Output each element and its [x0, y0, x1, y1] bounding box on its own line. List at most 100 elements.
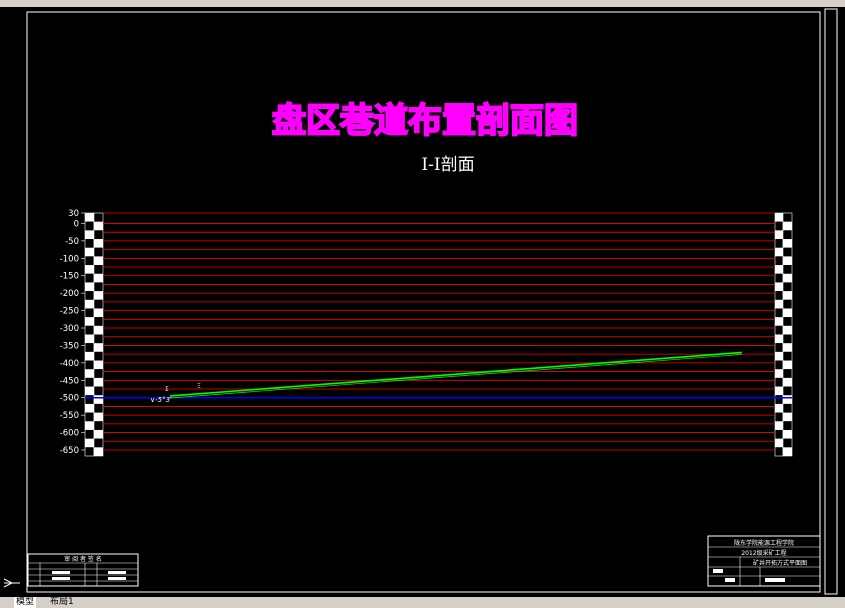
elevation-tick-label: -150 — [60, 272, 79, 282]
scale-bar-cell — [775, 343, 783, 352]
scale-bar-cell — [85, 299, 94, 309]
roadway-line-lower — [169, 354, 743, 399]
elevation-tick-label: -350 — [60, 341, 79, 351]
scale-bar-cell — [783, 299, 792, 309]
scale-bar-cell — [783, 421, 792, 430]
scale-bar-cell — [85, 317, 94, 326]
scale-bar-cell — [775, 265, 783, 274]
scale-bar-cell — [775, 377, 783, 387]
drawing-svg: 盘区巷道布置剖面图 I-I剖面 300 -50 -100 -150 -200 -250 -3… — [26, 8, 838, 595]
title-block-school: 陇东学院能源工程学院 — [734, 539, 794, 547]
scale-bar-cell — [85, 213, 94, 222]
scale-bar-cell — [783, 377, 792, 387]
scale-bar-cell — [85, 343, 94, 352]
elevation-tick-label: -250 — [60, 307, 79, 317]
scale-bar-cell — [775, 221, 783, 231]
scale-bar-cell — [94, 334, 103, 344]
title-block: 陇东学院能源工程学院 2012级采矿工程 矿井开拓方式平面图 — [707, 535, 821, 587]
drawing-title: 盘区巷道布置剖面图 — [272, 101, 578, 141]
scale-bar-cell — [775, 299, 783, 309]
section-subtitle: I-I剖面 — [421, 155, 474, 175]
scale-bar-cell — [775, 308, 783, 318]
elevation-tick-label: -550 — [60, 411, 79, 421]
scale-bar-cell — [85, 230, 94, 240]
ucs-icon — [3, 578, 20, 588]
scale-bar-cell — [85, 412, 94, 422]
scale-bar-cell — [783, 343, 792, 352]
signature-block: 审 阅 者 签 名 — [27, 553, 139, 587]
scale-bar-cell — [94, 221, 103, 231]
scale-bar-cell — [775, 360, 783, 370]
scale-bar-cell — [775, 421, 783, 430]
scale-bar-cell — [85, 369, 94, 378]
scale-bar-cell — [94, 308, 103, 318]
scale-bar-cell — [783, 334, 792, 344]
scale-bar-cell — [94, 403, 103, 413]
scale-bar-cell — [85, 239, 94, 248]
scale-bar-cell — [94, 317, 103, 326]
scale-bar-cell — [85, 386, 94, 396]
scale-bar-cell — [775, 447, 783, 456]
scale-bar-cell — [94, 230, 103, 240]
tab-layout1[interactable]: 布局1 — [48, 597, 76, 608]
scale-bar-cell — [783, 412, 792, 422]
scale-bar-cell — [85, 429, 94, 439]
scale-bar-cell — [783, 247, 792, 257]
tab-model[interactable]: 模型 — [14, 597, 37, 608]
scale-bar-cell — [85, 273, 94, 283]
scale-bar-cell — [94, 412, 103, 422]
signature-header: 审 阅 者 签 名 — [64, 555, 102, 563]
drawing-canvas[interactable]: 盘区巷道布置剖面图 I-I剖面 30 0 -50 -100 -150 -200 -250 -3… — [0, 7, 845, 597]
scale-bar-cell — [783, 282, 792, 292]
scale-bar-cell — [94, 247, 103, 257]
scale-bar-cell — [783, 429, 792, 439]
scale-bar-cell — [85, 265, 94, 274]
scale-bar-cell — [85, 291, 94, 300]
scale-bar-cell — [85, 247, 94, 257]
scale-bar-cell — [94, 351, 103, 361]
scale-bar-cell — [94, 282, 103, 292]
elevation-tick-label: -600 — [60, 429, 79, 439]
scale-bar-cell — [775, 429, 783, 439]
scale-bar-cell — [775, 239, 783, 248]
scale-bar-cell — [783, 325, 792, 335]
scale-bar-cell — [775, 351, 783, 361]
title-block-drawing-name: 矿井开拓方式平面图 — [753, 559, 807, 567]
scale-bar-cell — [775, 273, 783, 283]
scale-bar-cell — [94, 265, 103, 274]
elevation-tick-label: -500 — [60, 394, 79, 404]
scale-bar-cell — [85, 334, 94, 344]
scale-bar-cell — [85, 325, 94, 335]
elevation-tick-label: -100 — [60, 254, 79, 264]
elevation-tick-label: -300 — [60, 324, 79, 334]
scale-bar-cell — [783, 351, 792, 361]
scale-bar-cell — [85, 395, 94, 404]
scale-bar-cell — [775, 256, 783, 266]
roadway-line — [169, 351, 743, 397]
scale-bar-cell — [775, 230, 783, 240]
scale-bar-cell — [775, 247, 783, 257]
scale-bar-cell — [783, 308, 792, 318]
scale-bar-cell — [783, 403, 792, 413]
scale-bar-cell — [783, 395, 792, 404]
scale-bar-cell — [775, 403, 783, 413]
scale-bar-cell — [775, 325, 783, 335]
scale-bar-cell — [783, 221, 792, 231]
scale-bar-cell — [775, 334, 783, 344]
scale-bar-cell — [783, 273, 792, 283]
scale-bar-cell — [775, 369, 783, 378]
scale-bar-cell — [783, 291, 792, 300]
scale-bar-cell — [783, 239, 792, 248]
scale-bar-cell — [94, 213, 103, 222]
scale-bar-cell — [783, 369, 792, 378]
scale-bar-cell — [775, 291, 783, 300]
section-chart: 300 -50 -100 -150 -200 -250 -300 -350 -400 -450 -5… — [60, 209, 793, 457]
scale-bar-cell — [94, 299, 103, 309]
scale-bar-cell — [85, 221, 94, 231]
scale-bar-cell — [94, 273, 103, 283]
scale-bar-cell — [775, 395, 783, 404]
elevation-tick-label: -400 — [60, 359, 79, 369]
scale-bar-cell — [94, 386, 103, 396]
elevation-tick-label: 30 — [68, 209, 79, 219]
scale-bar-cell — [783, 438, 792, 448]
